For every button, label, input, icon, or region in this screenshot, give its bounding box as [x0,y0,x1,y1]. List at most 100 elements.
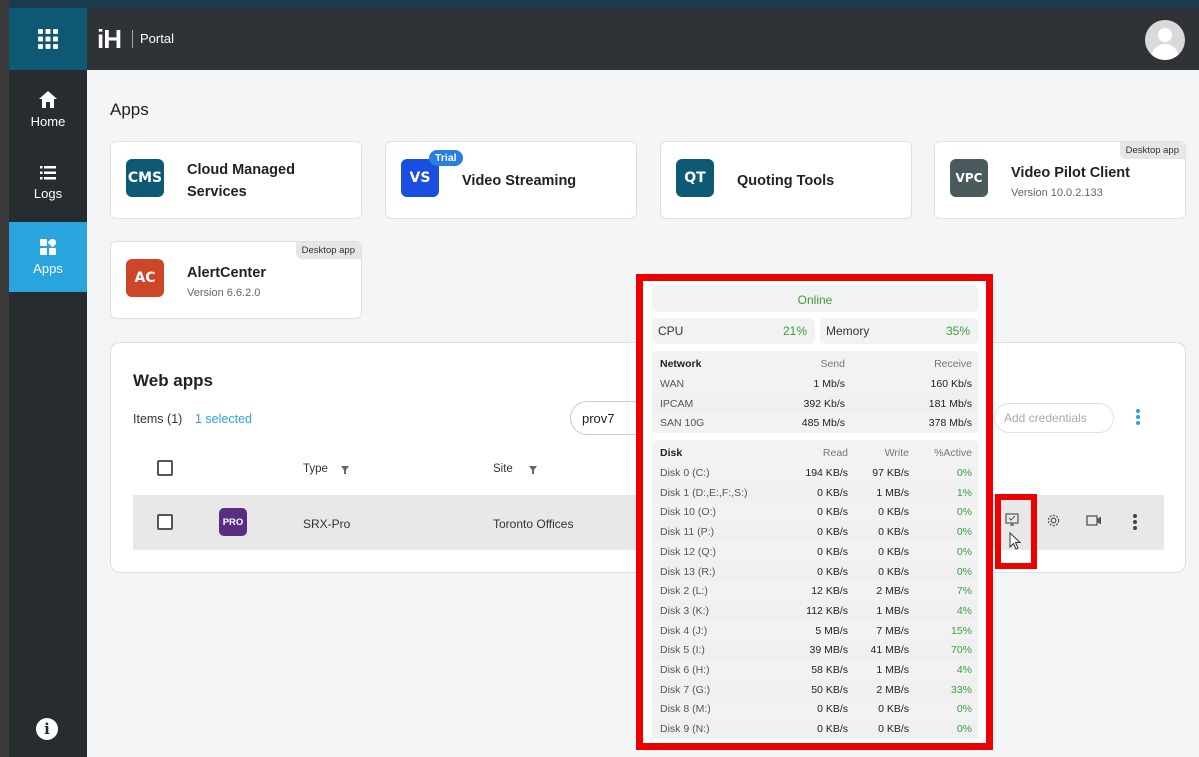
window-left-border [0,0,9,757]
write-value: 0 KB/s [878,545,909,558]
avatar-body [1151,44,1179,60]
active-value: 0% [956,467,972,479]
write-value: 2 MB/s [876,585,909,598]
disk-name: Disk 0 (C:) [660,467,710,479]
disk-name: Disk 11 (P:) [660,526,715,539]
vpc-app-icon: VPC [950,159,988,197]
sidebar-item-label: Logs [33,185,63,201]
network-header-label: Network [660,358,702,370]
app-name: Quoting Tools [737,173,835,189]
app-card-video-pilot-client[interactable]: Desktop app VPC Video Pilot Client Versi… [934,141,1186,219]
read-value: 0 KB/s [817,545,848,558]
apps-icon [40,238,56,255]
active-value: 7% [956,585,972,598]
write-header: Write [884,447,909,459]
sidebar-item-label: Home [30,114,66,129]
memory-label: Memory [826,324,870,338]
write-value: 7 MB/s [876,624,909,637]
disk-header-row: Disk Read Write %Active [652,442,978,462]
network-name: IPCAM [660,397,694,410]
disk-name: Disk 9 (N:) [660,723,710,736]
disk-row: Disk 2 (L:) 12 KB/s 2 MB/s 7% [652,580,978,600]
send-value: 485 Mb/s [801,417,845,429]
read-value: 0 KB/s [817,506,848,519]
write-value: 0 KB/s [878,703,909,716]
gear-icon[interactable] [1046,513,1061,528]
disk-row: Disk 3 (K:) 112 KB/s 1 MB/s 4% [652,599,978,621]
send-value: 1 Mb/s [813,378,845,390]
read-value: 0 KB/s [817,565,848,578]
video-camera-icon[interactable] [1086,515,1102,526]
more-options-icon[interactable] [1133,514,1137,530]
read-value: 194 KB/s [805,467,848,479]
row-type: SRX-Pro [303,517,351,531]
active-value: 4% [956,664,972,676]
filter-icon[interactable] [529,466,537,474]
disk-row: Disk 10 (O:) 0 KB/s 0 KB/s 0% [652,501,978,521]
read-value: 39 MB/s [809,644,848,657]
disk-row: Disk 9 (N:) 0 KB/s 0 KB/s 0% [652,718,978,739]
disk-name: Disk 2 (L:) [660,585,708,598]
disk-row: Disk 4 (J:) 5 MB/s 7 MB/s 15% [652,620,978,640]
app-card-video-streaming[interactable]: VS Trial Video Streaming [385,141,637,219]
active-value: 15% [950,624,972,637]
info-icon[interactable]: i [36,718,58,740]
window-top-border [0,0,1199,8]
disk-name: Disk 3 (K:) [660,604,710,617]
active-value: 70% [950,644,972,657]
app-version: Version 6.6.2.0 [187,287,261,299]
receive-value: 181 Mb/s [928,397,972,410]
disk-row: Disk 0 (C:) 194 KB/s 97 KB/s 0% [652,462,978,482]
portal-label: Portal [140,31,174,46]
read-value: 12 KB/s [811,585,848,598]
app-name-line: Services [187,184,247,200]
active-value: 0% [956,526,972,539]
add-credentials-button[interactable]: Add credentials [994,403,1114,433]
brand-logo[interactable]: iH [97,24,122,55]
app-card-alertcenter[interactable]: Desktop app AC AlertCenter Version 6.6.2… [110,241,362,319]
selected-count-link[interactable]: 1 selected [195,412,252,426]
srx-pro-app-icon: PRO [219,508,247,536]
filter-icon[interactable] [341,466,349,474]
app-name: AlertCenter [187,265,266,281]
row-site: Toronto Offices [493,517,574,531]
read-value: 0 KB/s [817,703,848,716]
avatar[interactable] [1145,20,1185,60]
app-card-cloud-managed-services[interactable]: CMS Cloud Managed Services [110,141,362,219]
select-all-checkbox[interactable] [157,460,173,476]
app-name: Video Streaming [462,173,577,189]
read-header: Read [822,447,848,459]
column-header-site[interactable]: Site [493,463,513,475]
write-value: 1 MB/s [876,664,909,676]
sidebar-item-logs[interactable]: Logs [9,148,87,218]
items-count: Items (1) [133,412,183,426]
disk-row: Disk 1 (D:,E:,F:,S:) 0 KB/s 1 MB/s 1% [652,481,978,502]
read-value: 50 KB/s [811,683,848,696]
write-value: 41 MB/s [870,644,909,657]
column-header-type[interactable]: Type [303,463,328,475]
qt-app-icon: QT [676,159,714,197]
app-name-line: Cloud Managed [187,162,295,178]
read-value: 0 KB/s [817,723,848,736]
trial-badge: Trial [429,150,463,166]
write-value: 0 KB/s [878,526,909,539]
active-value: 0% [956,506,972,519]
receive-header: Receive [934,358,972,370]
active-value: 33% [950,683,972,696]
cms-app-icon: CMS [126,159,164,197]
more-options-icon[interactable] [1136,409,1140,430]
read-value: 0 KB/s [817,486,848,499]
sidebar-item-apps[interactable]: Apps [9,222,87,292]
row-checkbox[interactable] [157,514,173,530]
app-card-quoting-tools[interactable]: QT Quoting Tools [660,141,912,219]
network-header-row: Network Send Receive [652,353,978,373]
active-header: %Active [934,447,972,459]
disk-name: Disk 8 (M:) [660,703,711,716]
disk-row: Disk 8 (M:) 0 KB/s 0 KB/s 0% [652,698,978,718]
app-launcher-button[interactable] [9,8,87,70]
network-row: WAN 1 Mb/s 160 Kb/s [652,373,978,393]
disk-name: Disk 13 (R:) [660,565,716,578]
desktop-app-badge: Desktop app [295,242,361,259]
read-value: 5 MB/s [815,624,848,637]
sidebar-item-home[interactable]: Home [9,75,87,145]
